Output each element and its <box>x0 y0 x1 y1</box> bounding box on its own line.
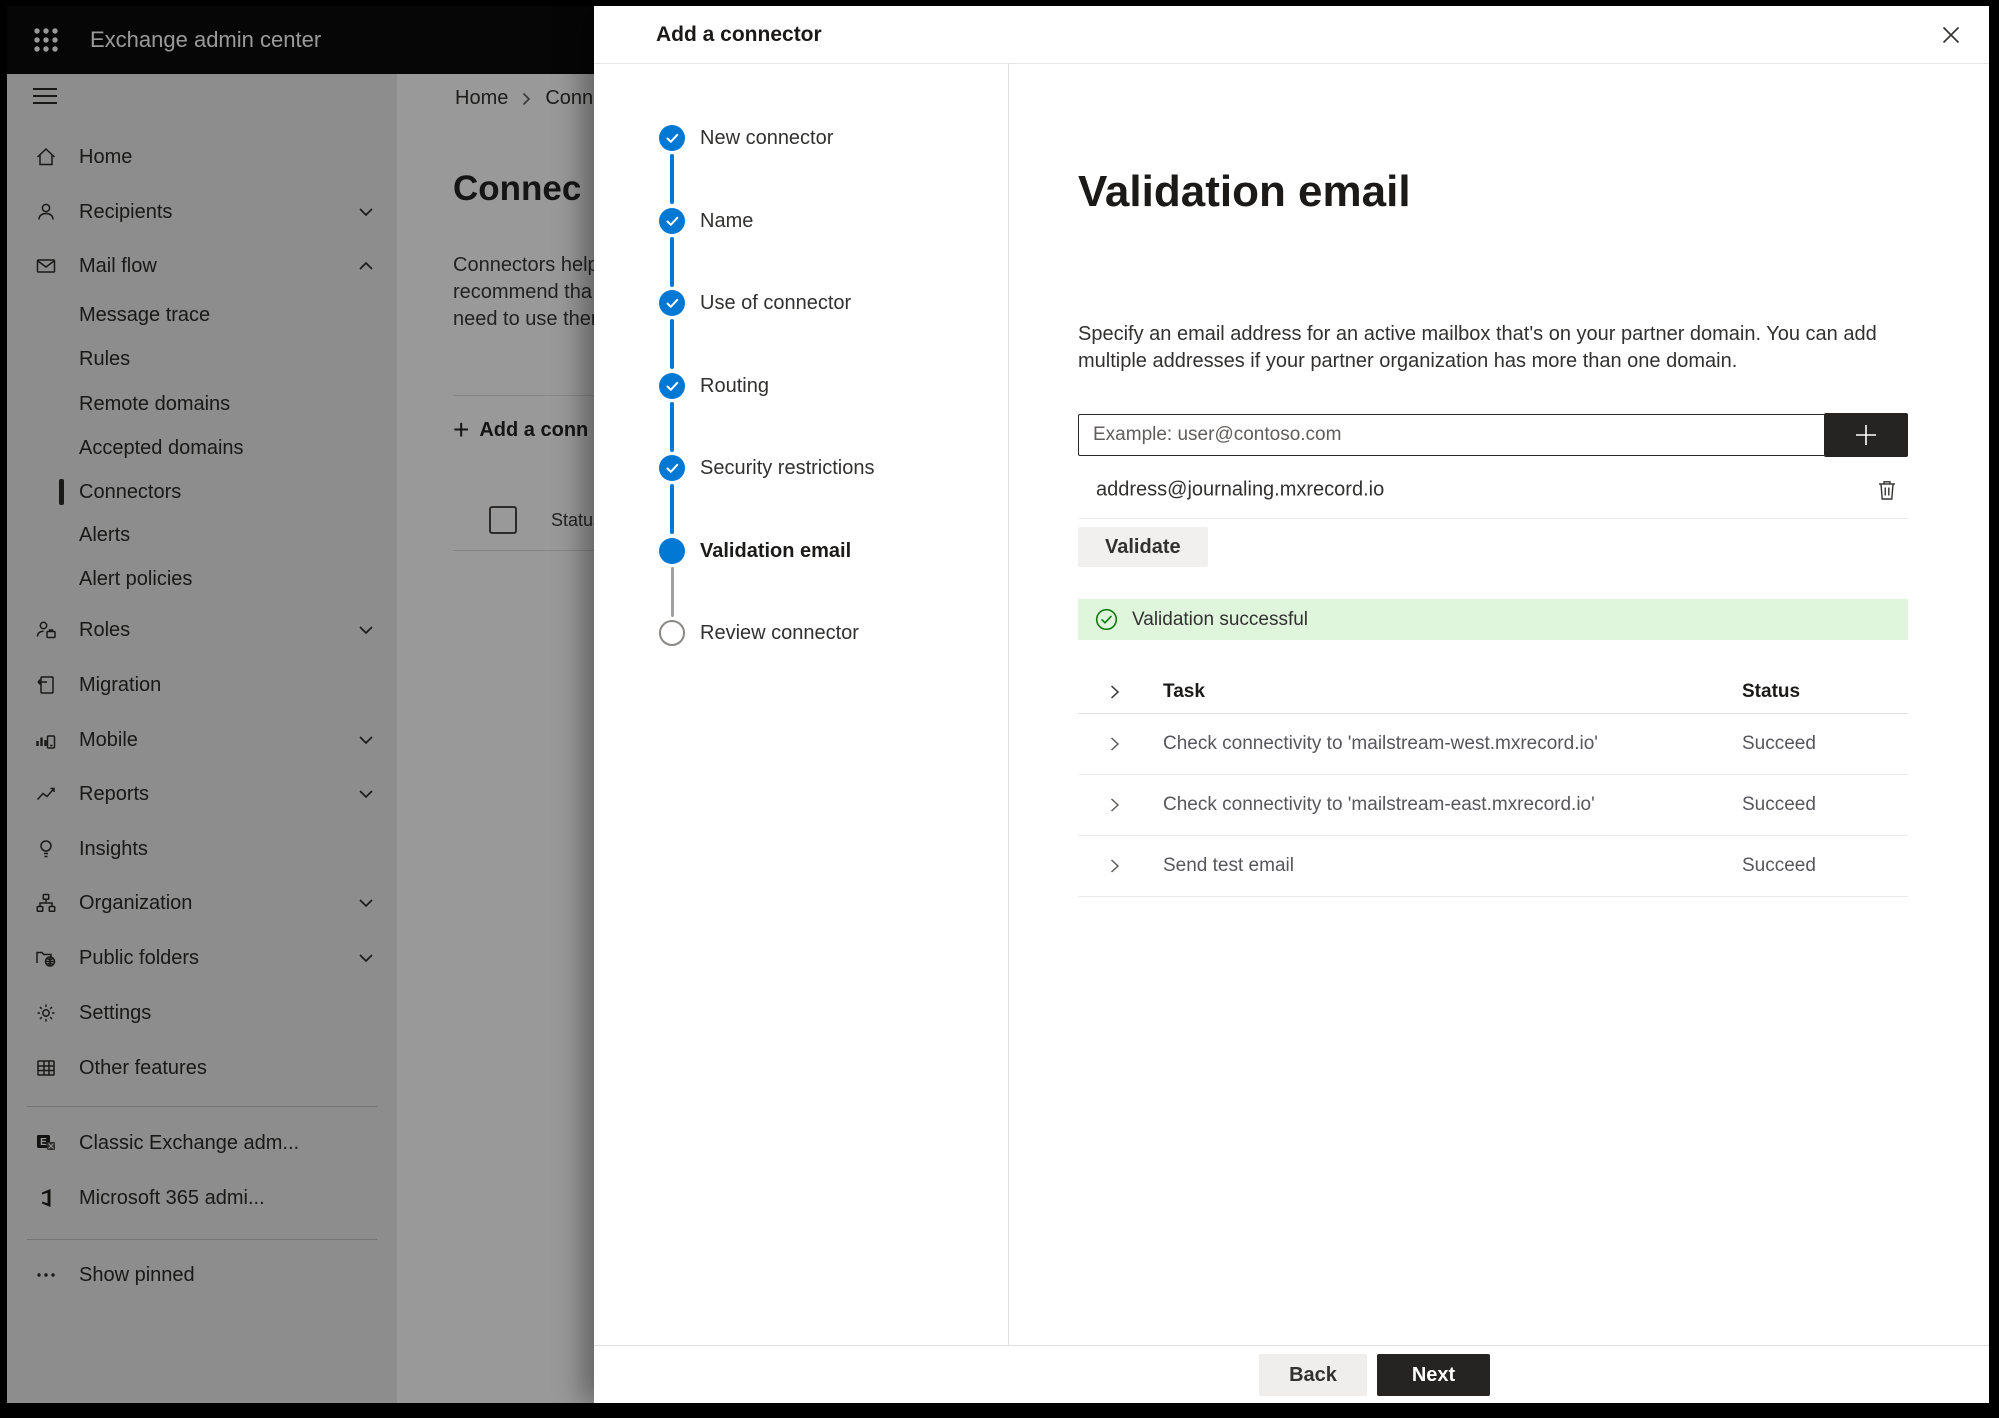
close-icon[interactable] <box>1939 23 1963 47</box>
wizard-step-new-connector[interactable]: New connector <box>594 121 833 155</box>
modal-dim-overlay <box>7 6 594 1403</box>
validate-button[interactable]: Validate <box>1078 527 1208 567</box>
panel-content: Validation email Specify an email addres… <box>1008 63 1989 1346</box>
step-done-icon <box>659 290 685 316</box>
table-row[interactable]: Send test email Succeed <box>1078 836 1908 897</box>
table-header-row: Task Status <box>1078 670 1908 714</box>
success-banner: Validation successful <box>1078 599 1908 640</box>
wizard-step-validation-email[interactable]: Validation email <box>594 534 851 568</box>
wizard-step-use-of-connector[interactable]: Use of connector <box>594 286 851 320</box>
wizard-step-name[interactable]: Name <box>594 204 753 238</box>
next-button[interactable]: Next <box>1377 1354 1490 1396</box>
trash-icon[interactable] <box>1874 477 1900 503</box>
chevron-right-icon[interactable] <box>1110 737 1120 752</box>
step-connector-line <box>670 319 674 369</box>
step-done-icon <box>659 373 685 399</box>
add-connector-panel: Add a connector New connector Name Use o… <box>594 6 1989 1403</box>
validation-task-table: Task Status Check connectivity to 'mails… <box>1078 670 1908 897</box>
step-todo-icon <box>659 620 685 646</box>
success-check-icon <box>1094 607 1119 632</box>
screen: Exchange admin center Home Recipients Ma… <box>7 6 1989 1403</box>
step-connector-line <box>670 402 674 452</box>
step-done-icon <box>659 208 685 234</box>
step-done-icon <box>659 455 685 481</box>
chevron-right-icon[interactable] <box>1110 798 1120 813</box>
task-cell: Send test email <box>1163 855 1294 876</box>
status-column-header: Status <box>1742 680 1801 702</box>
task-column-header: Task <box>1163 680 1205 702</box>
email-input[interactable] <box>1078 414 1824 456</box>
step-done-icon <box>659 125 685 151</box>
task-cell: Check connectivity to 'mailstream-east.m… <box>1163 794 1595 815</box>
add-address-button[interactable] <box>1824 413 1908 457</box>
email-input-row <box>1078 413 1908 458</box>
address-value: address@journaling.mxrecord.io <box>1096 478 1385 501</box>
step-connector-line <box>670 237 674 287</box>
wizard-steps: New connector Name Use of connector Rout… <box>594 63 1009 1346</box>
wizard-step-security-restrictions[interactable]: Security restrictions <box>594 451 875 485</box>
back-button[interactable]: Back <box>1259 1354 1367 1396</box>
wizard-step-review-connector[interactable]: Review connector <box>594 616 859 650</box>
step-connector-line <box>671 567 674 617</box>
step-description: Specify an email address for an active m… <box>1078 323 1877 372</box>
table-row[interactable]: Check connectivity to 'mailstream-east.m… <box>1078 775 1908 836</box>
panel-title: Add a connector <box>656 23 822 46</box>
panel-header: Add a connector <box>594 6 1989 64</box>
step-connector-line <box>670 154 674 204</box>
step-connector-line <box>670 484 674 534</box>
chevron-right-icon[interactable] <box>1110 684 1120 699</box>
task-cell: Check connectivity to 'mailstream-west.m… <box>1163 733 1598 754</box>
step-heading: Validation email <box>1078 167 1411 216</box>
address-list-item: address@journaling.mxrecord.io <box>1078 462 1908 519</box>
chevron-right-icon[interactable] <box>1110 859 1120 874</box>
status-cell: Succeed <box>1742 794 1816 815</box>
success-message: Validation successful <box>1132 608 1309 630</box>
status-cell: Succeed <box>1742 733 1816 754</box>
wizard-step-routing[interactable]: Routing <box>594 369 769 403</box>
table-row[interactable]: Check connectivity to 'mailstream-west.m… <box>1078 714 1908 775</box>
step-current-icon <box>659 538 685 564</box>
panel-footer: Back Next <box>594 1345 1989 1403</box>
status-cell: Succeed <box>1742 855 1816 876</box>
